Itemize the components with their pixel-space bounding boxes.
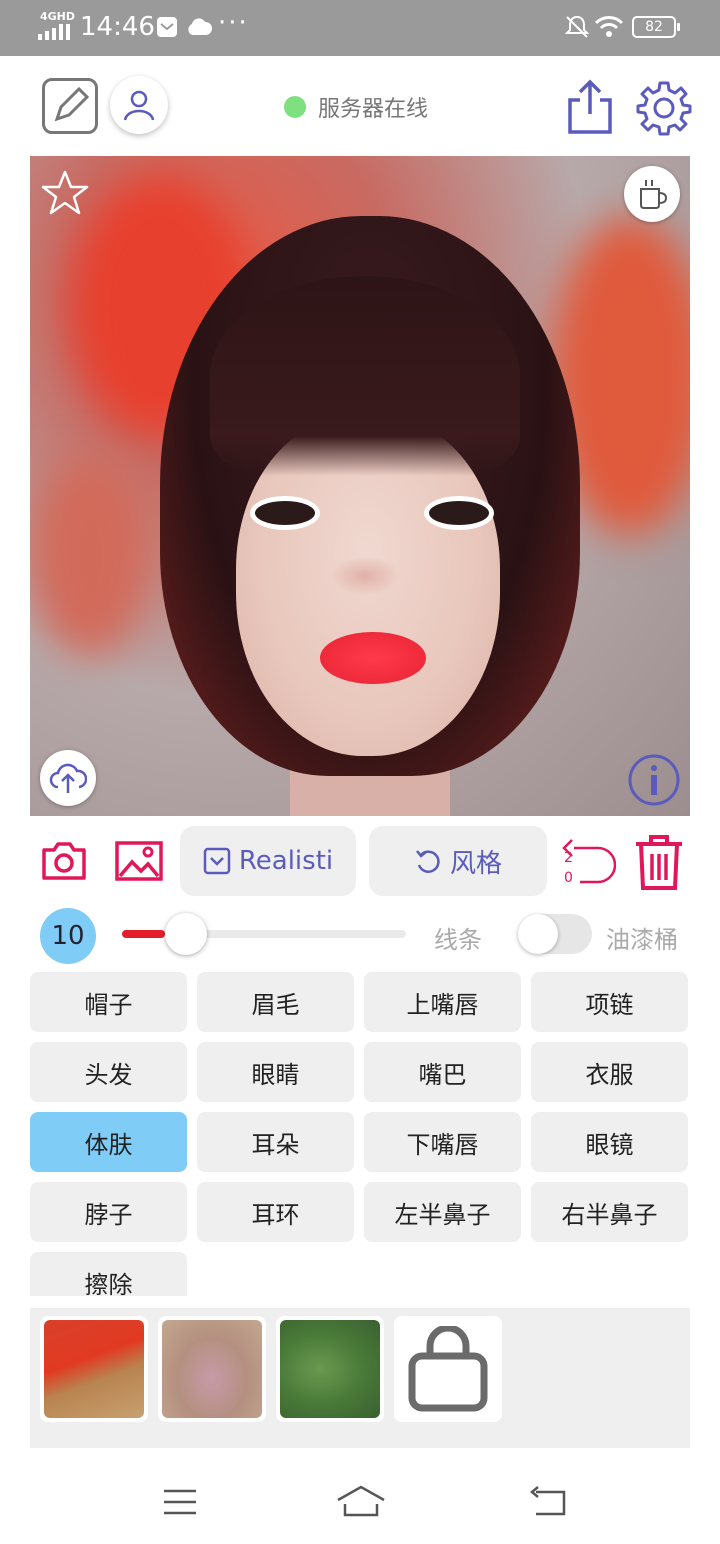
edit-toolbar: Realisti 风格 2 0: [0, 824, 720, 900]
signal-icon: [38, 24, 70, 40]
shopping-bag-icon: [408, 1326, 488, 1412]
wifi-icon: [594, 16, 624, 37]
upload-button[interactable]: [40, 750, 96, 806]
user-icon: [123, 90, 155, 121]
background-flowers-left: [30, 456, 150, 656]
brush-controls: 10 线条 油漆桶: [0, 904, 720, 968]
line-mode-label: 线条: [434, 926, 482, 954]
cloud-upload-icon: [49, 763, 87, 793]
part-button[interactable]: 衣服: [531, 1042, 688, 1102]
part-button[interactable]: 耳朵: [197, 1112, 354, 1172]
rotate-ccw-icon: [416, 850, 440, 873]
part-button[interactable]: 头发: [30, 1042, 187, 1102]
texture-item[interactable]: [158, 1316, 266, 1422]
part-button[interactable]: 眼睛: [197, 1042, 354, 1102]
mail-icon: [157, 17, 177, 37]
star-icon: [41, 170, 89, 215]
share-button[interactable]: [564, 78, 616, 136]
lips: [320, 632, 426, 684]
brush-size-badge: 10: [40, 908, 96, 964]
delete-button[interactable]: [632, 832, 686, 892]
paint-bucket-label: 油漆桶: [606, 926, 678, 954]
profile-button[interactable]: [110, 76, 168, 134]
part-button[interactable]: 帽子: [30, 972, 187, 1032]
generated-portrait[interactable]: [30, 156, 690, 816]
style-label: 风格: [449, 848, 502, 879]
nose: [330, 556, 400, 596]
server-status-label: 服务器在线: [318, 97, 429, 122]
lace-fabric-texture: [162, 1320, 262, 1418]
part-button[interactable]: 眼镜: [531, 1112, 688, 1172]
red-flower-texture: [44, 1320, 144, 1418]
part-button[interactable]: 眉毛: [197, 972, 354, 1032]
edit-icon: [54, 86, 90, 122]
back-icon[interactable]: [528, 1486, 568, 1518]
checkbox-icon: [203, 847, 231, 875]
home-icon[interactable]: [336, 1484, 386, 1518]
system-nav-bar: [0, 1456, 720, 1544]
part-button[interactable]: 下嘴唇: [364, 1112, 521, 1172]
part-button[interactable]: 左半鼻子: [364, 1182, 521, 1242]
paint-bucket-toggle[interactable]: [518, 914, 592, 954]
favorite-button[interactable]: [40, 168, 90, 218]
part-button[interactable]: 嘴巴: [364, 1042, 521, 1102]
more-notifications: ···: [218, 8, 249, 38]
part-button[interactable]: 擦除: [30, 1252, 187, 1296]
gear-icon: [636, 81, 692, 136]
brush-size-thumb[interactable]: [164, 913, 207, 955]
part-button[interactable]: 上嘴唇: [364, 972, 521, 1032]
texture-item[interactable]: [40, 1316, 148, 1422]
server-status-dot: [284, 96, 306, 118]
part-button[interactable]: 脖子: [30, 1182, 187, 1242]
camera-icon: [42, 842, 86, 880]
brush-size-fill: [122, 930, 165, 938]
camera-button[interactable]: [40, 838, 88, 884]
right-eye: [424, 496, 494, 530]
coffee-cup-icon: [640, 180, 668, 209]
menu-icon[interactable]: [162, 1488, 198, 1516]
brush-size-slider[interactable]: [122, 913, 406, 955]
settings-button[interactable]: [636, 80, 692, 136]
style-button[interactable]: 风格: [369, 826, 547, 896]
cloud-icon: [188, 18, 212, 35]
undo-count-bottom: 0: [564, 870, 573, 886]
toggle-knob: [518, 914, 558, 954]
trash-icon: [636, 835, 682, 890]
status-bar: 4GHD 14:46 ··· 82: [0, 0, 720, 56]
green-foliage-texture: [280, 1320, 380, 1418]
part-button[interactable]: 耳环: [197, 1182, 354, 1242]
texture-picker: [30, 1308, 690, 1448]
part-button[interactable]: 项链: [531, 972, 688, 1032]
edit-button[interactable]: [42, 78, 98, 134]
left-eye: [250, 496, 320, 530]
texture-shop-button[interactable]: [394, 1316, 502, 1422]
share-icon: [568, 79, 612, 134]
image-icon: [115, 841, 163, 881]
bangs: [210, 276, 520, 476]
model-select-button[interactable]: Realisti: [180, 826, 356, 896]
undo-button[interactable]: 2 0: [560, 836, 617, 888]
status-time: 14:46: [80, 12, 155, 42]
coffee-button[interactable]: [624, 166, 680, 222]
model-label: Realisti: [238, 846, 334, 876]
top-bar: 服务器在线: [0, 56, 720, 156]
server-status: 服务器在线: [284, 92, 428, 122]
part-button[interactable]: 体肤: [30, 1112, 187, 1172]
undo-count-top: 2: [564, 850, 573, 866]
info-button[interactable]: [626, 752, 682, 808]
mute-icon: [564, 15, 590, 38]
texture-item[interactable]: [276, 1316, 384, 1422]
face-parts-grid: 帽子 眉毛 上嘴唇 项链头发 眼睛 嘴巴 衣服体肤 耳朵 下嘴唇 眼镜脖子 耳环 左半鼻子 右半鼻子擦除: [30, 972, 690, 1296]
network-indicator: 4GHD: [40, 10, 76, 23]
part-button[interactable]: 右半鼻子: [531, 1182, 688, 1242]
info-icon: [628, 754, 680, 806]
gallery-button[interactable]: [114, 838, 164, 884]
battery-indicator: 82: [632, 16, 680, 38]
